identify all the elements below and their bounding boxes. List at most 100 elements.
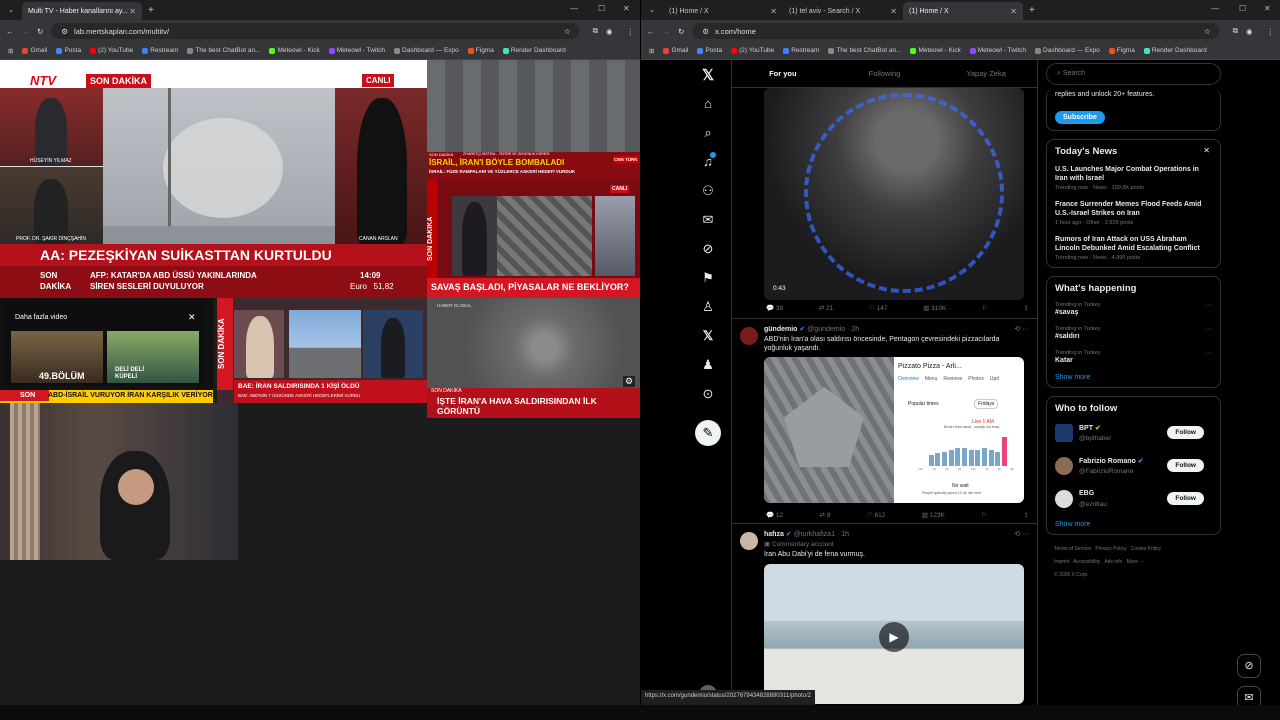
grok-icon[interactable]: ⊘ <box>696 241 720 257</box>
reply-button[interactable]: 💬 38 <box>766 304 783 312</box>
search-icon[interactable]: ⌕ <box>696 125 720 141</box>
maximize-icon[interactable]: ☐ <box>598 4 605 13</box>
bookmark[interactable]: Posta <box>56 47 81 54</box>
tab-menu-icon[interactable]: ⌄ <box>641 6 663 14</box>
tv-cnnturk[interactable]: SON DAKİKA ZİYARETÇİ SİSTEM... TERÖR VE … <box>427 60 640 180</box>
news-item[interactable]: France Surrender Memes Flood Feeds Amid … <box>1055 200 1212 226</box>
tab-menu-icon[interactable]: ⌄ <box>0 6 22 14</box>
author-name[interactable]: gündemio <box>764 326 797 333</box>
url-field[interactable]: ⚙ lab.mertskaplan.com/multitv/ ☆ <box>51 23 579 39</box>
tab-x-home[interactable]: (1) Home / X ✕ <box>663 2 783 20</box>
bookmark[interactable]: Meteowl - Twitch <box>328 47 385 54</box>
more-options-icon[interactable]: ··· <box>1205 350 1212 357</box>
repost-button[interactable]: ⇄ 21 <box>819 304 834 312</box>
bookmark-icon[interactable]: ⚐ <box>982 304 988 312</box>
home-icon[interactable]: ⌂ <box>696 96 720 111</box>
video-thumb-1[interactable]: 49.BÖLÜM <box>11 331 103 383</box>
reload-icon[interactable]: ↻ <box>37 27 43 36</box>
bookmark[interactable]: Render Dashboard <box>1143 47 1207 54</box>
footer-link[interactable]: More ··· <box>1127 559 1145 565</box>
tab-x-home-active[interactable]: (1) Home / X ✕ <box>903 2 1023 20</box>
maps-screenshot[interactable]: Pizzato Pizza - Arli... Overview Menu Re… <box>894 357 1024 503</box>
tab-for-you[interactable]: For you <box>732 69 834 78</box>
post[interactable]: 0:43 💬 38 ⇄ 21 ♡ 147 ▥ 310K ⚐ ⇪ <box>732 88 1037 319</box>
post-video[interactable]: ▶ <box>764 564 1024 704</box>
more-options-icon[interactable]: ⟲ ··· <box>1014 530 1029 538</box>
grok-float-icon[interactable]: ⊘ <box>1237 654 1261 678</box>
close-icon[interactable]: ✕ <box>1203 146 1210 155</box>
bookmark[interactable]: Meteowl - Kick <box>269 47 320 54</box>
reload-icon[interactable]: ↻ <box>678 27 684 36</box>
tv-popup-player[interactable]: Daha fazla video ✕ 49.BÖLÜM DELİ DELİ KÜ… <box>0 298 213 403</box>
bookmark[interactable]: The best ChatBot an... <box>828 47 901 54</box>
post[interactable]: hafıza ✔ @turkhafiza1 · 1h ⟲ ··· ▣ Comme… <box>732 524 1037 704</box>
profile-icon[interactable]: ◉ <box>1246 27 1253 36</box>
bookmark-icon[interactable]: ⚐ <box>981 511 987 519</box>
bookmark[interactable]: Meteowl - Kick <box>910 47 961 54</box>
news-item[interactable]: Rumors of Iran Attack on USS Abraham Lin… <box>1055 235 1212 261</box>
close-icon[interactable]: ✕ <box>188 312 196 323</box>
window-close-icon[interactable]: ✕ <box>1264 4 1271 13</box>
tab-multitv[interactable]: Multi TV - Haber kanallarını ay... ✕ <box>22 2 142 20</box>
follow-suggestion[interactable]: Fabrizio Romano ✔ @FabrizioRomano Follow <box>1055 455 1212 488</box>
repost-button[interactable]: ⇄ 8 <box>820 511 831 519</box>
tab-following[interactable]: Following <box>834 69 936 78</box>
search-input[interactable]: ⌕ Search <box>1046 63 1221 85</box>
views-count[interactable]: ▥ 310K <box>923 304 946 312</box>
more-options-icon[interactable]: ··· <box>1205 302 1212 309</box>
bookmark[interactable]: Figma <box>1108 47 1135 54</box>
author-name[interactable]: hafıza <box>764 531 784 538</box>
views-count[interactable]: ▥ 123K <box>922 511 945 519</box>
profile-icon[interactable]: ◉ <box>606 27 613 36</box>
messages-float-icon[interactable]: ✉ <box>1237 686 1261 705</box>
close-icon[interactable]: ✕ <box>1010 7 1017 16</box>
new-tab-icon[interactable]: + <box>1029 5 1035 16</box>
footer-link[interactable]: Accessibility <box>1073 559 1100 565</box>
menu-icon[interactable]: ⋮ <box>1267 27 1275 36</box>
bookmark[interactable]: Figma <box>467 47 494 54</box>
news-item[interactable]: U.S. Launches Major Combat Operations in… <box>1055 165 1212 191</box>
video-player[interactable]: 0:43 <box>764 88 1024 300</box>
bookmark[interactable]: Dashboard — Expo <box>394 47 459 54</box>
share-icon[interactable]: ⇪ <box>1024 511 1029 519</box>
author-handle[interactable]: @turkhafiza1 · 1h <box>794 531 849 538</box>
follow-suggestion[interactable]: EBG @ezrittau Follow <box>1055 488 1212 521</box>
tv-ntv[interactable]: NTV SON DAKİKA CANLI HÜSEYİN YILMAZ PROF… <box>0 60 427 298</box>
bookmark[interactable]: Meteowl - Twitch <box>969 47 1026 54</box>
star-icon[interactable]: ☆ <box>564 27 571 36</box>
minimize-icon[interactable]: — <box>570 4 578 13</box>
star-icon[interactable]: ☆ <box>1204 27 1211 36</box>
more-options-icon[interactable]: ⟲ ··· <box>1014 325 1029 333</box>
notifications-icon[interactable]: ♫ <box>696 152 720 169</box>
tv-markets[interactable]: SON DAKİKA CANLI SAVAŞ BAŞLADI, PİYASALA… <box>427 180 640 298</box>
extensions-icon[interactable]: ⧉ <box>1233 26 1238 36</box>
footer-link[interactable]: Privacy Policy <box>1095 546 1126 552</box>
window-close-icon[interactable]: ✕ <box>623 4 630 13</box>
like-button[interactable]: ♡ 147 <box>869 304 888 312</box>
back-icon[interactable]: ← <box>647 27 655 36</box>
footer-link[interactable]: Ads info <box>1104 559 1122 565</box>
follow-button[interactable]: Follow <box>1167 426 1204 439</box>
trend-item[interactable]: Trending in Turkey #saldırı ··· <box>1055 326 1212 341</box>
tv-haberglobal[interactable]: HABER GLOBAL ⚙ SON DAKİKA İŞTE İRAN'A HA… <box>427 298 640 418</box>
video-thumb-2[interactable]: DELİ DELİ KÜPELİ <box>107 331 199 383</box>
author-avatar[interactable] <box>740 327 758 345</box>
profile-icon[interactable]: ♟ <box>696 357 720 373</box>
close-icon[interactable]: ✕ <box>129 7 136 16</box>
like-button[interactable]: ♡ 612 <box>867 511 886 519</box>
follow-suggestion[interactable]: BPT ✔ @bpthaber Follow <box>1055 422 1212 455</box>
follow-button[interactable]: Follow <box>1167 492 1204 505</box>
pentagon-photo[interactable] <box>764 357 894 503</box>
reply-button[interactable]: 💬 12 <box>766 511 783 519</box>
close-icon[interactable]: ✕ <box>770 7 777 16</box>
compose-post-icon[interactable]: ✎ <box>695 420 721 446</box>
new-tab-icon[interactable]: + <box>148 5 154 16</box>
site-info-icon[interactable]: ⚙ <box>61 27 68 36</box>
bookmark[interactable]: (2) YouTube <box>90 47 133 54</box>
subscribe-button[interactable]: Subscribe <box>1055 111 1105 124</box>
messages-icon[interactable]: ✉ <box>696 212 720 228</box>
footer-link[interactable]: Imprint <box>1054 559 1069 565</box>
post[interactable]: gündemio ✔ @gundemio · 2h ⟲ ··· ABD'nin … <box>732 319 1037 524</box>
settings-icon[interactable]: ⚙ <box>623 376 636 387</box>
forward-icon[interactable]: → <box>22 27 30 36</box>
